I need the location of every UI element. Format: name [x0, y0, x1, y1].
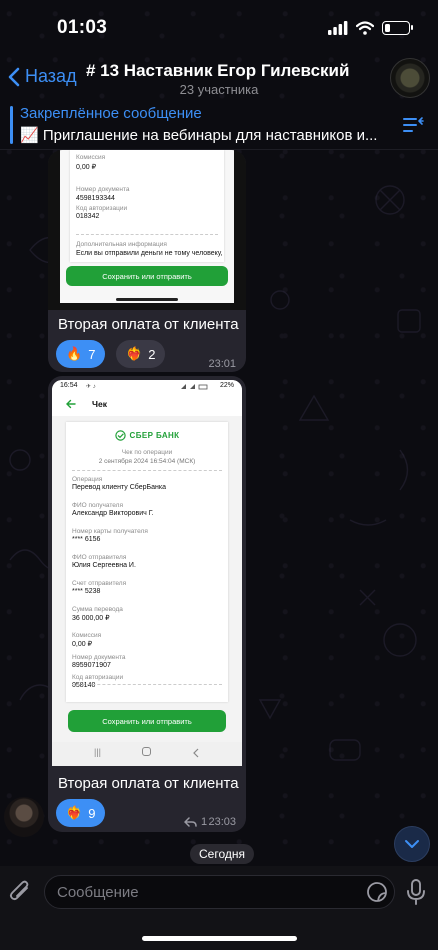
- sber-logo: СБЕР БАНК: [66, 430, 228, 441]
- heart-on-fire-emoji-icon: ❤️‍🔥: [126, 346, 143, 361]
- pinned-list-icon[interactable]: [402, 115, 424, 135]
- pinned-title: Закреплённое сообщение: [20, 105, 202, 122]
- status-icons: [328, 21, 413, 35]
- microphone-icon[interactable]: [406, 878, 426, 906]
- save-or-send-button-2: Сохранить или отправить: [68, 710, 226, 732]
- commission-label-1: Комиссия: [76, 154, 106, 161]
- status-time: 01:03: [57, 17, 108, 38]
- wifi-icon: [356, 21, 374, 35]
- receipt-field-label: ФИО получателя: [72, 502, 123, 509]
- arrow-left-icon: [66, 399, 76, 409]
- phone-status-battery: 22%: [219, 382, 234, 389]
- receipt-date: 2 сентября 2024 16:54:04 (МСК): [98, 458, 196, 465]
- save-or-send-button-1: Сохранить или отправить: [66, 266, 228, 286]
- receipt-field-label: Счет отправителя: [72, 580, 127, 587]
- heart-on-fire-emoji-icon: ❤️‍🔥: [66, 805, 83, 820]
- receipt-field-value: 0,00 ₽: [72, 641, 93, 648]
- reply-counter[interactable]: 1: [184, 816, 207, 828]
- receipt-card-2: СБЕР БАНК Чек по операции 2 сентября 202…: [66, 422, 228, 702]
- status-bar: 01:03: [0, 0, 438, 56]
- reply-arrow-icon: [184, 817, 197, 827]
- receipt-field-value: Александр Викторович Г.: [72, 510, 154, 517]
- battery-icon: [382, 21, 413, 35]
- phone-screen-header: Чек: [52, 392, 242, 416]
- message-bubble-1[interactable]: Комиссия 0,00 ₽ Номер документа 45981933…: [48, 150, 246, 372]
- pinned-message[interactable]: Закреплённое сообщение 📈 Приглашение на …: [0, 102, 438, 150]
- back-nav-icon: [193, 748, 199, 758]
- receipt-divider-top: [72, 470, 222, 471]
- receipt-screenshot-2[interactable]: 16:54 ✈ ♪ 22% Чек СБЕР БАНК Чек по опера…: [52, 380, 242, 766]
- message-composer: [0, 866, 438, 950]
- message-time-2: 23:03: [208, 816, 236, 828]
- chevron-down-icon: [405, 840, 419, 848]
- reaction-count: 7: [88, 346, 96, 362]
- receipt-field-label: Номер карты получателя: [72, 528, 148, 535]
- phone-home-indicator-1: [116, 298, 178, 301]
- phone-notification-icons: ✈ ♪: [86, 384, 96, 390]
- receipt-field-label: Комиссия: [72, 632, 102, 639]
- receipt-field-value: Перевод клиенту СберБанка: [72, 484, 166, 491]
- receipt-title: Чек по операции: [121, 449, 173, 456]
- message-caption-1: Вторая оплата от клиента: [58, 316, 239, 333]
- receipt-field-value: Юлия Сергеевна И.: [72, 562, 136, 569]
- receipt-field-label: Номер документа: [72, 654, 126, 661]
- receipt-field-value: 36 000,00 ₽: [72, 615, 110, 622]
- reaction-count: 2: [148, 346, 156, 362]
- reaction-heart-fire-2[interactable]: ❤️‍🔥 9: [56, 799, 106, 827]
- message-bubble-2[interactable]: 16:54 ✈ ♪ 22% Чек СБЕР БАНК Чек по опера…: [48, 376, 246, 832]
- commission-value-1: 0,00 ₽: [76, 164, 97, 171]
- bank-name: СБЕР БАНК: [129, 431, 180, 440]
- chat-avatar[interactable]: [390, 58, 430, 98]
- receipt-divider-1: [76, 234, 218, 235]
- extra-info-value-1: Если вы отправили деньги не тому человек…: [76, 250, 223, 257]
- receipt-field-label: Сумма перевода: [72, 606, 123, 613]
- doc-number-label-1: Номер документа: [76, 186, 130, 193]
- message-photo-1[interactable]: Комиссия 0,00 ₽ Номер документа 45981933…: [48, 150, 246, 310]
- receipt-divider-bottom: [72, 684, 222, 685]
- home-nav-icon: [142, 747, 151, 756]
- sender-avatar[interactable]: [4, 797, 44, 837]
- reaction-fire-1[interactable]: 🔥 7: [56, 340, 106, 368]
- receipt-field-label: Код авторизации: [72, 674, 124, 681]
- scroll-to-bottom-button[interactable]: [394, 826, 430, 862]
- cellular-signal-icon: [328, 21, 348, 35]
- home-indicator: [142, 936, 297, 941]
- pinned-accent-bar: [10, 106, 13, 144]
- android-nav-bar: |||: [52, 742, 242, 766]
- phone-status-time: 16:54: [60, 382, 78, 389]
- message-input[interactable]: [44, 875, 395, 909]
- receipt-field-value: **** 6156: [72, 536, 101, 543]
- receipt-field-label: ФИО отправителя: [72, 554, 127, 561]
- fire-emoji-icon: 🔥: [66, 346, 83, 361]
- receipt-screenshot-1: Комиссия 0,00 ₽ Номер документа 45981933…: [60, 150, 234, 303]
- chat-header: Назад # 13 Наставник Егор Гилевский 23 у…: [0, 56, 438, 102]
- sber-check-icon: [114, 430, 126, 441]
- date-separator: Сегодня: [190, 844, 254, 864]
- message-time-1: 23:01: [208, 358, 236, 370]
- phone-screen-title: Чек: [92, 399, 107, 409]
- sticker-icon[interactable]: [366, 881, 388, 903]
- message-caption-2: Вторая оплата от клиента: [58, 775, 239, 792]
- receipt-field-value: 8959071907: [72, 662, 111, 669]
- reaction-count: 9: [88, 805, 96, 821]
- phone-status-bar: 16:54 ✈ ♪ 22%: [52, 380, 242, 392]
- paperclip-icon[interactable]: [8, 878, 34, 906]
- reaction-heart-fire-1[interactable]: ❤️‍🔥 2: [116, 340, 166, 368]
- chat-subtitle: 23 участника: [179, 82, 259, 97]
- phone-signal-icon: [181, 384, 208, 390]
- pinned-text: 📈 Приглашение на вебинары для наставнико…: [20, 127, 378, 144]
- receipt-card-1: Комиссия 0,00 ₽ Номер документа 45981933…: [70, 150, 224, 262]
- auth-code-value-1: 018342: [76, 213, 100, 220]
- recent-apps-icon: |||: [94, 747, 102, 757]
- receipt-field-label: Операция: [72, 476, 103, 483]
- chat-title[interactable]: # 13 Наставник Егор Гилевский: [86, 61, 349, 81]
- extra-info-label-1: Дополнительная информация: [76, 241, 167, 248]
- reply-count: 1: [201, 816, 208, 828]
- battery-level: [385, 24, 390, 32]
- auth-code-label-1: Код авторизации: [76, 205, 128, 212]
- receipt-field-value: **** 5238: [72, 588, 101, 595]
- doc-number-value-1: 4598193344: [76, 195, 115, 202]
